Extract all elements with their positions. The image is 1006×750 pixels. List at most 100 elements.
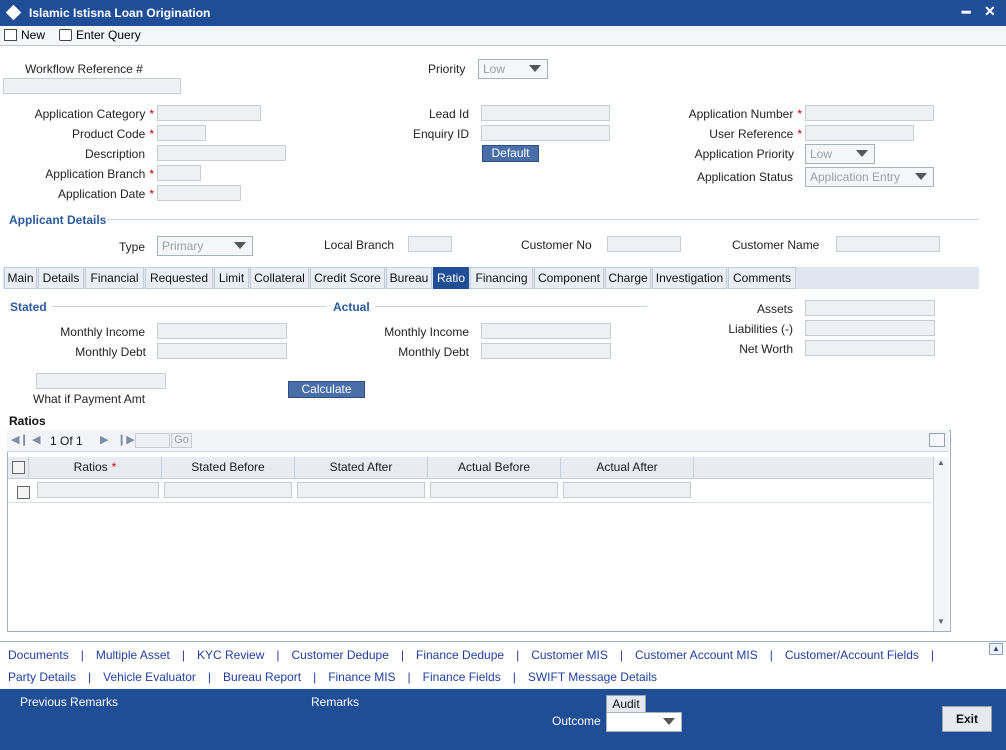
- outcome-label: Outcome: [552, 714, 601, 728]
- col-header-ratios[interactable]: Ratios *: [29, 457, 162, 479]
- grid-settings-icon[interactable]: [929, 433, 945, 447]
- tab-limit[interactable]: Limit: [214, 267, 249, 289]
- audit-button[interactable]: Audit: [606, 695, 646, 713]
- stated-before-cell[interactable]: [164, 482, 292, 498]
- link-separator: |: [80, 648, 84, 662]
- scroll-up-icon[interactable]: ▲: [937, 458, 945, 467]
- link-finance-fields[interactable]: Finance Fields: [423, 670, 501, 684]
- stated-after-cell[interactable]: [297, 482, 425, 498]
- minimize-icon[interactable]: ━: [962, 4, 970, 21]
- tab-investigation[interactable]: Investigation: [652, 267, 727, 289]
- tab-ratio[interactable]: Ratio: [433, 267, 469, 289]
- description-input[interactable]: [157, 145, 286, 161]
- link-finance-mis[interactable]: Finance MIS: [328, 670, 395, 684]
- stated-divider: [52, 306, 326, 307]
- page-number-input[interactable]: [135, 433, 170, 448]
- next-page-icon[interactable]: ▶: [100, 433, 108, 446]
- link-customer-mis[interactable]: Customer MIS: [531, 648, 608, 662]
- tab-bureau[interactable]: Bureau: [386, 267, 432, 289]
- product-code-input[interactable]: [157, 125, 206, 141]
- link-finance-dedupe[interactable]: Finance Dedupe: [416, 648, 504, 662]
- application-number-input[interactable]: [805, 105, 934, 121]
- application-branch-input[interactable]: [157, 165, 201, 181]
- application-status-value: Application Entry: [810, 170, 901, 184]
- lead-id-input[interactable]: [481, 105, 610, 121]
- go-button[interactable]: Go: [171, 433, 192, 448]
- application-priority-select[interactable]: Low: [805, 144, 875, 164]
- customer-no-input[interactable]: [607, 236, 681, 252]
- link-vehicle-evaluator[interactable]: Vehicle Evaluator: [103, 670, 196, 684]
- tab-collateral[interactable]: Collateral: [250, 267, 309, 289]
- col-header-actual-before[interactable]: Actual Before: [428, 457, 561, 479]
- row-checkbox[interactable]: [17, 486, 30, 499]
- close-icon[interactable]: ✕: [984, 3, 996, 20]
- first-page-icon[interactable]: ◀❙: [11, 433, 29, 446]
- query-icon: [59, 29, 72, 41]
- tab-component[interactable]: Component: [534, 267, 604, 289]
- tab-details[interactable]: Details: [38, 267, 84, 289]
- assets-input[interactable]: [805, 300, 935, 316]
- tab-charge[interactable]: Charge: [605, 267, 651, 289]
- link-customer-dedupe[interactable]: Customer Dedupe: [291, 648, 388, 662]
- actual-monthly-income-input[interactable]: [481, 323, 611, 339]
- what-if-payment-input[interactable]: [36, 373, 166, 389]
- link-separator: |: [207, 670, 212, 684]
- link-swift-message-details[interactable]: SWIFT Message Details: [528, 670, 657, 684]
- actual-after-cell[interactable]: [563, 482, 691, 498]
- local-branch-input[interactable]: [408, 236, 452, 252]
- link-party-details[interactable]: Party Details: [8, 670, 76, 684]
- prev-page-icon[interactable]: ◀: [32, 433, 40, 446]
- enquiry-id-input[interactable]: [481, 125, 610, 141]
- exit-button[interactable]: Exit: [942, 706, 992, 732]
- ratios-cell[interactable]: [37, 482, 159, 498]
- page-indicator: 1 Of 1: [50, 434, 83, 448]
- link-documents[interactable]: Documents: [8, 648, 69, 662]
- link-multiple-asset[interactable]: Multiple Asset: [96, 648, 170, 662]
- last-page-icon[interactable]: ❙▶: [117, 433, 135, 446]
- stated-monthly-debt-input[interactable]: [157, 343, 287, 359]
- col-header-stated-before[interactable]: Stated Before: [162, 457, 295, 479]
- link-customer-account-fields[interactable]: Customer/Account Fields: [785, 648, 919, 662]
- link-separator: |: [88, 670, 92, 684]
- type-select[interactable]: Primary: [157, 236, 253, 256]
- application-status-select[interactable]: Application Entry: [805, 167, 934, 187]
- customer-name-input[interactable]: [836, 236, 940, 252]
- stated-monthly-income-input[interactable]: [157, 323, 287, 339]
- select-all-checkbox[interactable]: [12, 461, 25, 474]
- enter-query-button[interactable]: Enter Query: [59, 28, 141, 42]
- tab-main[interactable]: Main: [4, 267, 37, 289]
- liabilities-input[interactable]: [805, 320, 935, 336]
- tab-financing[interactable]: Financing: [470, 267, 533, 289]
- application-category-input[interactable]: [157, 105, 261, 121]
- grid-vertical-scrollbar[interactable]: ▲ ▼: [933, 457, 949, 631]
- tab-financial[interactable]: Financial: [85, 267, 144, 289]
- description-label: Description: [84, 147, 145, 161]
- window-title-bar: Islamic Istisna Loan Origination ━ ✕: [0, 0, 1006, 26]
- col-header-stated-after[interactable]: Stated After: [295, 457, 428, 479]
- application-date-input[interactable]: [157, 185, 241, 201]
- link-customer-account-mis[interactable]: Customer Account MIS: [635, 648, 758, 662]
- actual-before-cell[interactable]: [430, 482, 558, 498]
- new-button-label: New: [21, 28, 46, 42]
- link-bureau-report[interactable]: Bureau Report: [223, 670, 301, 684]
- type-label: Type: [119, 240, 146, 254]
- calculate-button[interactable]: Calculate: [288, 381, 365, 398]
- tab-comments[interactable]: Comments: [728, 267, 796, 289]
- net-worth-input[interactable]: [805, 340, 935, 356]
- tab-credit-score[interactable]: Credit Score: [310, 267, 385, 289]
- link-kyc-review[interactable]: KYC Review: [197, 648, 264, 662]
- default-button[interactable]: Default: [482, 145, 539, 162]
- priority-select[interactable]: Low: [478, 59, 548, 79]
- outcome-select[interactable]: [606, 712, 682, 732]
- new-button[interactable]: New: [4, 28, 45, 42]
- scroll-down-icon[interactable]: ▼: [937, 617, 945, 626]
- actual-monthly-debt-input[interactable]: [481, 343, 611, 359]
- workflow-reference-input[interactable]: [3, 78, 181, 94]
- tab-requested[interactable]: Requested: [145, 267, 213, 289]
- row-divider: [8, 502, 932, 503]
- link-separator: |: [407, 670, 411, 684]
- col-header-actual-after[interactable]: Actual After: [561, 457, 694, 479]
- priority-value: Low: [483, 62, 506, 76]
- collapse-up-icon[interactable]: ▲: [989, 643, 1003, 655]
- user-reference-input[interactable]: [805, 125, 914, 141]
